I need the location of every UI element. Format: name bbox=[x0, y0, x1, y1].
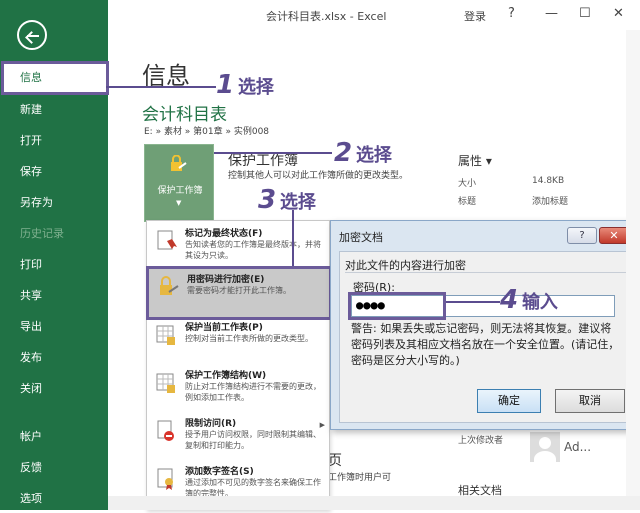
menu-item-title: 保护工作簿结构(W) bbox=[185, 371, 267, 381]
avatar bbox=[530, 432, 560, 462]
sidebar-item-share[interactable]: 共享 bbox=[0, 282, 108, 310]
annotation-text: 选择 bbox=[355, 145, 392, 166]
protect-workbook-menu: 标记为最终状态(F) 告知读者您的工作簿是最终版本，并将其设为只读。 用密码进行… bbox=[146, 220, 332, 510]
minimize-icon[interactable]: — bbox=[545, 6, 558, 21]
back-arrow-icon[interactable] bbox=[17, 20, 47, 50]
menu-item-title: 标记为最终状态(F) bbox=[185, 229, 263, 239]
dialog-title: 加密文档 bbox=[339, 231, 383, 244]
sidebar-item-account[interactable]: 帐户 bbox=[0, 423, 108, 451]
menu-item-title: 限制访问(R) bbox=[185, 419, 237, 429]
annotation-text: 选择 bbox=[279, 192, 316, 213]
annotation-3: 3 选择 bbox=[258, 185, 316, 215]
menu-item-restrict-access[interactable]: 限制访问(R) 授予用户访问权限，同时限制其编辑、复制和打印能力。 ▶ bbox=[147, 413, 329, 461]
annotation-text: 选择 bbox=[237, 77, 274, 98]
window-title: 会计科目表.xlsx - Excel bbox=[266, 10, 387, 23]
menu-item-title: 用密码进行加密(E) bbox=[187, 275, 265, 285]
sidebar-item-history: 历史记录 bbox=[20, 227, 64, 240]
properties-header[interactable]: 属性 ▾ bbox=[458, 152, 492, 169]
breadcrumb[interactable]: E: » 素材 » 第01章 » 实例008 bbox=[144, 124, 269, 137]
password-highlight-box bbox=[348, 292, 446, 320]
sidebar-item-export[interactable]: 导出 bbox=[0, 313, 108, 341]
annotation-2: 2 选择 bbox=[334, 138, 392, 168]
dialog-divider bbox=[345, 272, 631, 273]
cancel-button[interactable]: 取消 bbox=[555, 389, 625, 413]
ok-button[interactable]: 确定 bbox=[477, 389, 541, 413]
restore-icon[interactable]: ☐ bbox=[579, 6, 591, 21]
annotation-line-4 bbox=[446, 301, 500, 303]
sidebar-item-print[interactable]: 打印 bbox=[0, 251, 108, 279]
sidebar-item-save-as[interactable]: 另存为 bbox=[0, 189, 108, 217]
workbook-name: 会计科目表 bbox=[142, 105, 227, 125]
menu-item-desc: 控制对当前工作表所做的更改类型。 bbox=[185, 334, 313, 343]
horizontal-scrollbar[interactable] bbox=[108, 496, 640, 510]
chevron-right-icon: ▶ bbox=[319, 421, 325, 429]
annotation-number: 1 bbox=[216, 70, 235, 100]
menu-item-protect-structure[interactable]: 保护工作簿结构(W) 防止对工作簿结构进行不需要的更改，例如添加工作表。 bbox=[147, 365, 329, 413]
dialog-group-label: 对此文件的内容进行加密 bbox=[345, 259, 466, 272]
menu-item-desc: 授予用户访问权限，同时限制其编辑、复制和打印能力。 bbox=[185, 430, 321, 450]
section-fragment-title: 页 bbox=[328, 453, 342, 469]
annotation-1: 1 选择 bbox=[216, 70, 274, 100]
annotation-number: 3 bbox=[258, 185, 277, 215]
prop-size-label: 大小 bbox=[458, 179, 477, 189]
close-icon[interactable]: ✕ bbox=[613, 6, 624, 21]
menu-item-title: 添加数字签名(S) bbox=[185, 467, 254, 477]
menu-item-encrypt-password[interactable]: 用密码进行加密(E) 需要密码才能打开此工作簿。 bbox=[146, 266, 332, 320]
menu-item-desc: 告知读者您的工作簿是最终版本，并将其设为只读。 bbox=[185, 240, 321, 260]
sidebar-item-options[interactable]: 选项 bbox=[0, 485, 108, 513]
document-restrict-icon bbox=[157, 420, 174, 441]
document-ribbon-icon bbox=[157, 230, 177, 250]
section-fragment-desc: 工作簿时用户可 bbox=[328, 473, 392, 483]
author-name[interactable]: Ad... bbox=[564, 440, 591, 454]
lock-key-icon bbox=[171, 155, 187, 171]
sidebar-item-close[interactable]: 关闭 bbox=[0, 375, 108, 403]
help-icon[interactable]: ? bbox=[508, 6, 515, 21]
sidebar-item-save[interactable]: 保存 bbox=[0, 158, 108, 186]
login-link[interactable]: 登录 bbox=[464, 8, 486, 24]
annotation-number: 4 bbox=[500, 285, 519, 315]
lock-key-icon bbox=[160, 276, 179, 295]
sidebar-item-publish[interactable]: 发布 bbox=[0, 344, 108, 372]
protect-button-label: 保护工作簿 bbox=[157, 186, 203, 196]
sidebar-item-open[interactable]: 打开 bbox=[0, 127, 108, 155]
sidebar-item-feedback[interactable]: 反馈 bbox=[0, 454, 108, 482]
dialog-close-button[interactable]: ✕ bbox=[599, 227, 629, 244]
prop-size-value: 14.8KB bbox=[532, 176, 565, 186]
vertical-scrollbar[interactable] bbox=[626, 30, 640, 496]
prop-title-value[interactable]: 添加标题 bbox=[532, 194, 568, 207]
annotation-text: 输入 bbox=[521, 292, 558, 313]
chevron-down-icon: ▼ bbox=[176, 199, 182, 207]
prop-title-label: 标题 bbox=[458, 197, 477, 207]
sheet-lock-icon bbox=[156, 325, 175, 345]
annotation-line-3 bbox=[292, 210, 294, 266]
annotation-line-1 bbox=[106, 86, 216, 88]
sidebar-item-info[interactable]: 信息 bbox=[1, 61, 109, 95]
signature-ribbon-icon bbox=[157, 468, 173, 490]
menu-item-desc: 防止对工作簿结构进行不需要的更改，例如添加工作表。 bbox=[185, 382, 321, 402]
menu-item-mark-final[interactable]: 标记为最终状态(F) 告知读者您的工作簿是最终版本，并将其设为只读。 bbox=[147, 223, 329, 271]
dialog-help-button[interactable]: ? bbox=[567, 227, 597, 244]
title-bar: 会计科目表.xlsx - Excel 登录 ? — ☐ ✕ bbox=[108, 0, 640, 30]
annotation-line-2 bbox=[214, 152, 332, 154]
protect-workbook-button[interactable]: 保护工作簿 ▼ bbox=[144, 144, 214, 222]
annotation-4: 4 输入 bbox=[500, 285, 558, 315]
backstage-sidebar: 信息 新建 打开 保存 另存为 历史记录 打印 共享 导出 发布 关闭 帐户 反… bbox=[0, 0, 109, 513]
sidebar-item-new[interactable]: 新建 bbox=[0, 96, 108, 124]
menu-item-protect-sheet[interactable]: 保护当前工作表(P) 控制对当前工作表所做的更改类型。 bbox=[147, 317, 329, 365]
protect-section-desc: 控制其他人可以对此工作簿所做的更改类型。 bbox=[228, 171, 409, 181]
menu-item-desc: 需要密码才能打开此工作簿。 bbox=[187, 286, 291, 295]
password-warning: 警告: 如果丢失或忘记密码，则无法将其恢复。建议将密码列表及其相应文档名放在一个… bbox=[351, 322, 620, 367]
encrypt-document-dialog: 加密文档 ? ✕ 对此文件的内容进行加密 密码(R): ●●●● 警告: 如果丢… bbox=[330, 220, 640, 430]
annotation-number: 2 bbox=[334, 138, 353, 168]
last-modified-label: 上次修改者 bbox=[458, 436, 504, 446]
workbook-lock-icon bbox=[156, 373, 175, 393]
menu-item-title: 保护当前工作表(P) bbox=[185, 323, 263, 333]
